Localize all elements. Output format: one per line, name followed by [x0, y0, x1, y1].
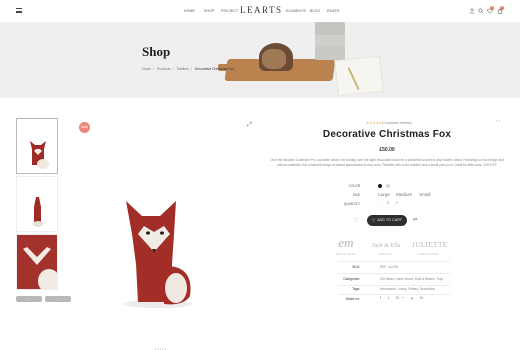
size-option-large[interactable]: Large — [378, 192, 390, 197]
rating-stars: ★★★★★ — [366, 121, 383, 125]
color-label: COLOR — [348, 184, 360, 188]
nav-blog[interactable]: BLOG — [310, 9, 320, 13]
product-thumbnail-3[interactable] — [16, 234, 58, 290]
site-logo[interactable]: LEARTS — [240, 5, 282, 15]
banner-cup — [315, 22, 345, 36]
quantity-decrease-button[interactable]: - — [378, 201, 379, 205]
categories-value[interactable]: Gift Ideas, Home Decor, Kids & Babies, T… — [380, 277, 443, 281]
wishlist-count-badge: 0 — [490, 6, 494, 10]
banner-cup — [315, 46, 345, 60]
compare-icon[interactable]: ⇄ — [413, 217, 417, 223]
twitter-icon[interactable]: t — [388, 296, 392, 300]
size-label: SIZE — [352, 193, 360, 197]
thumbnail-next-button[interactable]: › — [45, 296, 71, 302]
quantity-value[interactable]: 1 — [387, 201, 389, 205]
facebook-icon[interactable]: f — [380, 296, 384, 300]
quantity-increase-button[interactable]: + — [396, 201, 398, 205]
image-pagination-dots[interactable]: ••••• — [155, 346, 167, 350]
product-prev-next-nav[interactable]: ‹ › — [496, 118, 500, 123]
quantity-stepper[interactable]: - 1 + — [372, 201, 400, 207]
tags-value[interactable]: Handmade, Lovely, Pottery, Decoration — [380, 287, 435, 291]
product-title: Decorative Christmas Fox — [322, 129, 452, 140]
meta-divider — [338, 261, 450, 262]
categories-label: Categories: — [343, 277, 360, 281]
user-icon[interactable] — [469, 8, 475, 15]
banner-bread-slice — [262, 49, 286, 69]
color-swatch-grey[interactable] — [386, 184, 390, 188]
nav-elements[interactable]: ELEMENTS — [286, 9, 306, 13]
nav-project[interactable]: PROJECT — [221, 9, 238, 13]
meta-divider — [338, 285, 450, 286]
product-thumbnail-1[interactable] — [16, 118, 58, 174]
sale-badge: Sale — [79, 122, 90, 133]
review-count-link[interactable]: (3 customer reviews) — [382, 121, 412, 125]
brand-logo-em[interactable]: em BOUTIQUE — [333, 234, 359, 256]
brand-logo-juliette[interactable]: JULIETTE CREATIONS — [412, 234, 447, 256]
product-thumbnail-2[interactable] — [16, 176, 58, 232]
meta-divider — [338, 294, 450, 295]
add-to-cart-button[interactable]: 🛒 ADD TO CART — [367, 215, 407, 226]
meta-divider — [338, 273, 450, 274]
breadcrumb-products[interactable]: Products — [157, 67, 170, 71]
sku-label: SKU: — [352, 265, 360, 269]
sku-value: REF. LA-276 — [380, 265, 399, 269]
nav-shop[interactable]: SHOP — [204, 9, 214, 13]
nav-home[interactable]: HOME — [184, 9, 195, 13]
add-to-wishlist-icon[interactable]: ♡ — [353, 217, 358, 224]
fullscreen-expand-icon[interactable]: ⤢ — [247, 122, 252, 129]
thumbnail-prev-button[interactable]: ‹ — [16, 296, 42, 302]
email-icon[interactable]: ✉ — [420, 296, 426, 300]
page-title: Shop — [142, 44, 171, 59]
pinterest-icon[interactable]: p — [411, 296, 416, 300]
quantity-label: QUANTITY — [343, 202, 360, 206]
breadcrumb-current: Decorative Christmas Fox — [194, 67, 234, 71]
share-label: Share on: — [345, 297, 360, 301]
search-icon[interactable] — [478, 8, 484, 14]
add-to-cart-label: ADD TO CART — [377, 218, 403, 222]
brand-logo-jack-ella[interactable]: Jack & Ella BRIDAL — [366, 234, 406, 256]
color-swatch-black[interactable] — [378, 184, 382, 188]
nav-pages[interactable]: PAGES — [327, 9, 339, 13]
breadcrumb: Home / Products / Toddlers / Decorative Chr… — [142, 67, 234, 71]
product-price: £50.00 — [379, 147, 395, 153]
breadcrumb-toddlers[interactable]: Toddlers — [176, 67, 189, 71]
google-plus-icon[interactable]: G+ — [396, 296, 407, 300]
share-links: f t G+ p ✉ — [380, 296, 426, 300]
tags-label: Tags: — [352, 287, 360, 291]
breadcrumb-home[interactable]: Home — [142, 67, 151, 71]
hamburger-menu-icon[interactable] — [16, 8, 22, 13]
size-option-small[interactable]: Small — [419, 192, 431, 197]
size-option-medium[interactable]: Medium — [396, 192, 412, 197]
product-description: Over the Wooden Collection Pro, adorable… — [270, 158, 504, 167]
cart-count-badge: 0 — [500, 6, 504, 10]
site-header: HOME SHOP PROJECT LEARTS ELEMENTS BLOG P… — [0, 0, 520, 22]
product-main-image[interactable] — [76, 116, 256, 350]
